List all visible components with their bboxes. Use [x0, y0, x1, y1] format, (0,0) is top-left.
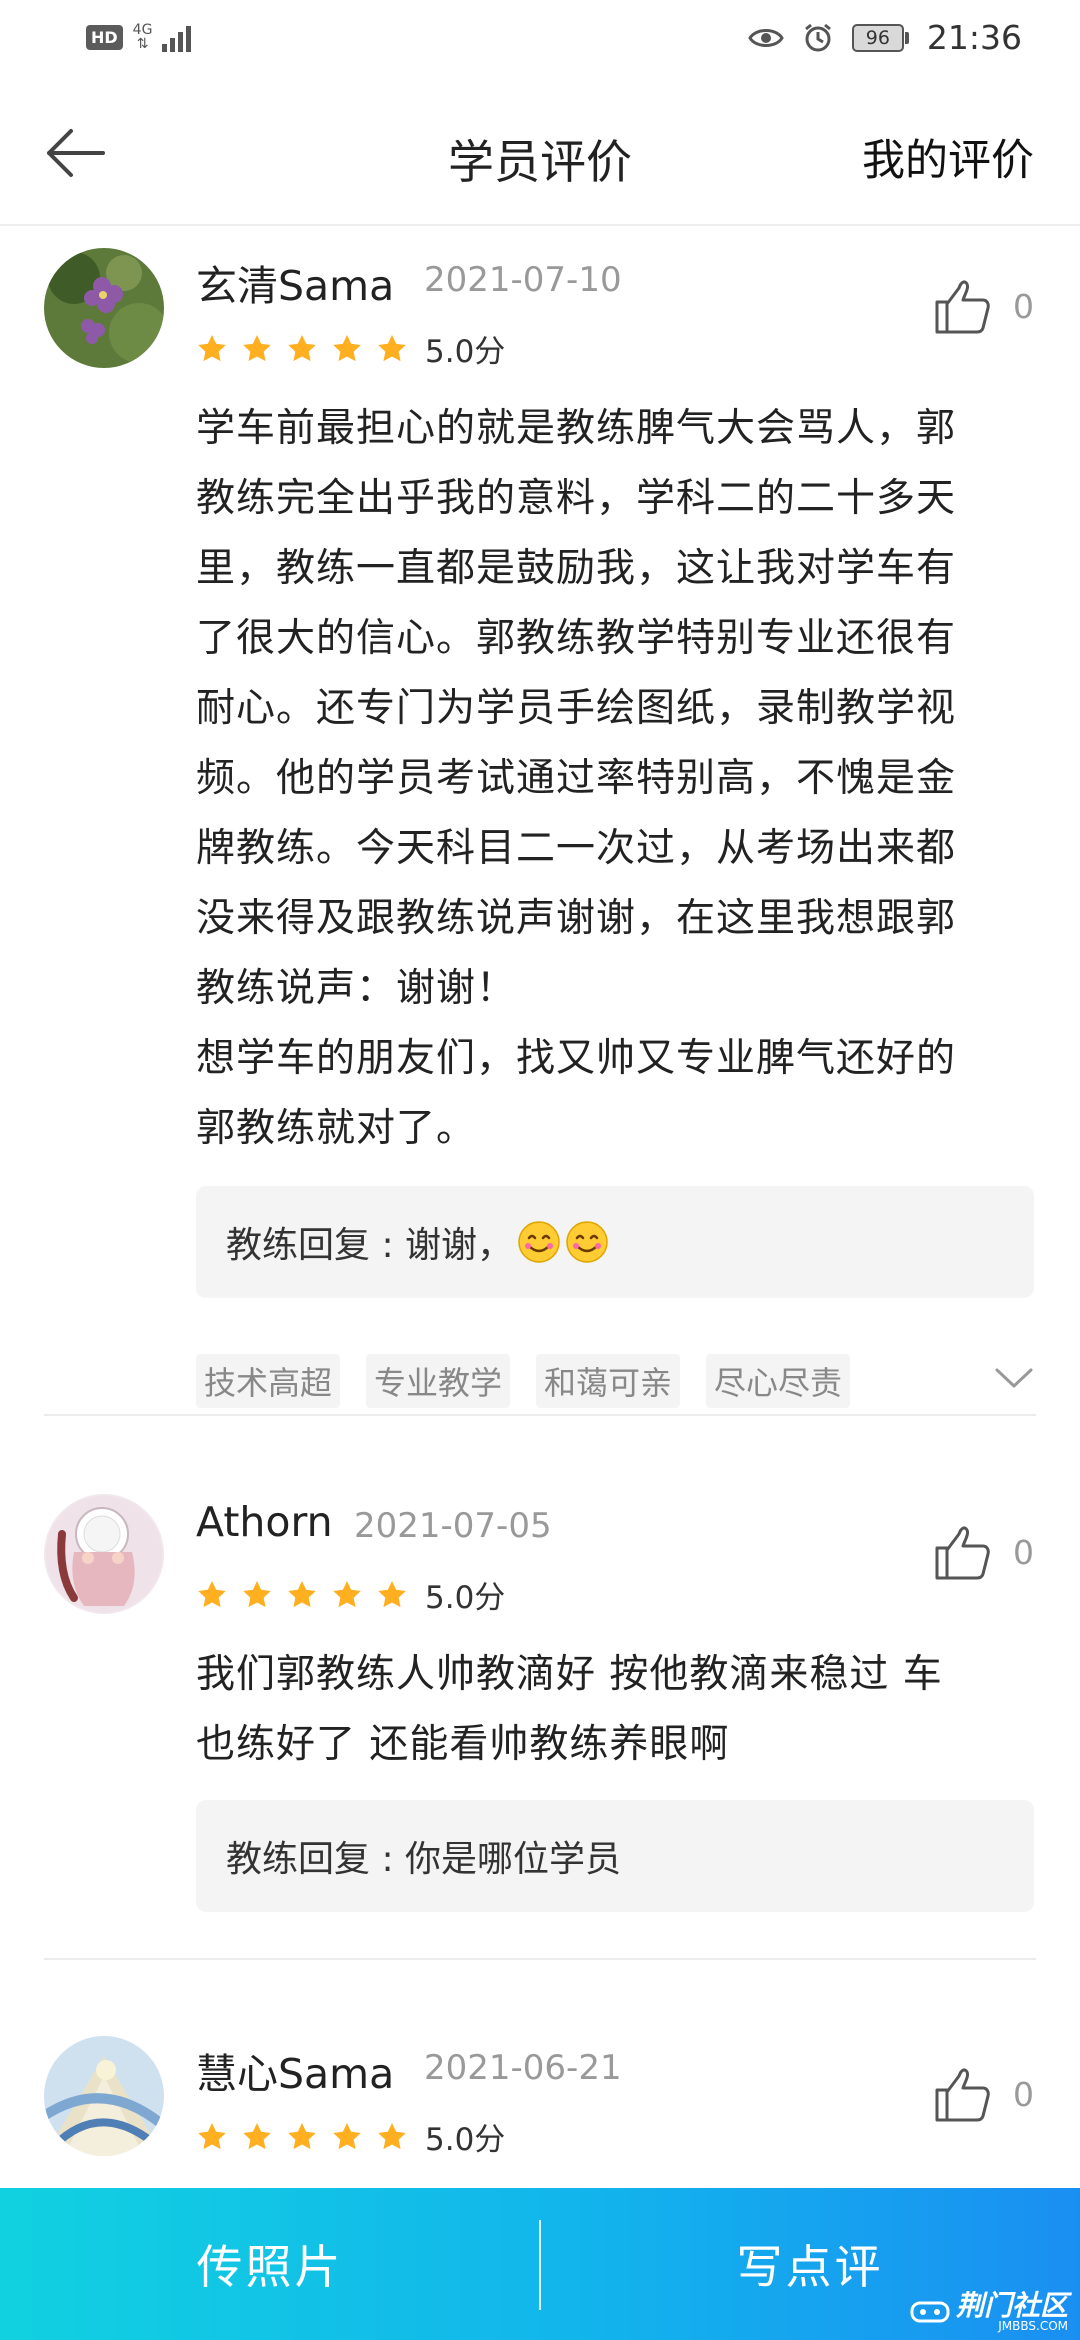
thumbs-up-icon	[935, 1526, 990, 1580]
clock: 21:36	[926, 18, 1022, 57]
like-button[interactable]: 0	[933, 276, 1034, 336]
status-right: 96 21:36	[748, 18, 1022, 57]
avatar[interactable]	[44, 248, 164, 368]
rating-score: 5.0分	[425, 1580, 506, 1616]
battery-icon: 96	[851, 23, 909, 52]
tag: 专业教学	[366, 1354, 511, 1408]
status-bar: HD 4G ⇅ 96 21:36	[0, 0, 1080, 80]
network-indicator: 4G ⇅	[133, 23, 153, 51]
coach-reply: 教练回复 : 你是哪位学员	[196, 1800, 1034, 1912]
expand-tags-button[interactable]	[994, 1366, 1034, 1394]
reviewer-name: 玄清Sama	[196, 262, 395, 310]
star-icon	[243, 334, 271, 361]
status-left: HD 4G ⇅	[86, 22, 192, 52]
star-icon	[333, 1580, 361, 1607]
review-tags: 技术高超 专业教学 和蔼可亲 尽心尽责	[196, 1354, 851, 1408]
star-icon	[288, 1580, 316, 1607]
avatar[interactable]	[44, 2036, 164, 2156]
divider	[44, 1414, 1036, 1416]
star-icon	[378, 1580, 406, 1607]
reviewer-name: 慧心Sama	[196, 2050, 395, 2098]
star-icon	[243, 1580, 271, 1607]
coach-reply: 教练回复 : 谢谢，	[196, 1186, 1034, 1298]
smile-emoji-icon	[518, 1221, 560, 1263]
star-rating: 5.0分	[196, 1572, 505, 1617]
like-count: 0	[1013, 2074, 1034, 2114]
nav-bar: 学员评价 我的评价	[0, 80, 1080, 226]
thumbs-up-icon	[935, 280, 990, 334]
thumbs-up-icon	[935, 2068, 990, 2122]
review-text: 学车前最担心的就是教练脾气大会骂人，郭 教练完全出乎我的意料，学科二的二十多天 …	[196, 406, 957, 1151]
like-button[interactable]: 0	[933, 2064, 1034, 2124]
hd-badge: HD	[86, 24, 123, 50]
tag: 技术高超	[196, 1354, 341, 1408]
star-icon	[198, 334, 226, 361]
chevron-down-icon	[995, 1368, 1033, 1388]
network-arrows-icon: ⇅	[136, 36, 149, 52]
watermark-subtitle: JMBBS.COM	[998, 2319, 1068, 2333]
divider	[44, 1958, 1036, 1960]
watermark-logo-icon	[910, 2301, 950, 2323]
star-rating: 5.0分	[196, 2114, 505, 2159]
rating-score: 5.0分	[425, 2122, 506, 2158]
review-item: 慧心Sama 2021-06-21 5.0分 0	[0, 2036, 1080, 2186]
star-icon	[288, 334, 316, 361]
star-icon	[378, 334, 406, 361]
review-date: 2021-07-05	[354, 1506, 552, 1546]
like-count: 0	[1013, 1532, 1034, 1572]
review-date: 2021-06-21	[424, 2048, 622, 2088]
star-icon	[333, 2122, 361, 2149]
eye-icon	[748, 28, 784, 47]
smile-emoji-icon	[566, 1221, 608, 1263]
coach-reply-text: 教练回复 : 你是哪位学员	[226, 1839, 622, 1880]
like-button[interactable]: 0	[933, 1522, 1034, 1582]
signal-icon	[162, 22, 192, 52]
avatar[interactable]	[44, 1494, 164, 1614]
my-reviews-link[interactable]: 我的评价	[862, 126, 1034, 188]
site-watermark: 荆门社区 JMBBS.COM	[910, 2292, 1068, 2332]
alarm-icon	[804, 23, 831, 51]
star-icon	[198, 1580, 226, 1607]
review-item: 玄清Sama 2021-07-10 5.0分 0 学车前最担心的就是教练脾气大会…	[0, 248, 1080, 1418]
bottom-action-bar: 传照片 写点评 荆门社区 JMBBS.COM	[0, 2188, 1080, 2340]
star-icon	[243, 2122, 271, 2149]
star-icon	[288, 2122, 316, 2149]
upload-photo-button[interactable]: 传照片	[0, 2188, 540, 2340]
reviewer-name: Athorn	[196, 1498, 333, 1546]
review-text: 我们郭教练人帅教滴好 按他教滴来稳过 车 也练好了 还能看帅教练养眼啊	[196, 1652, 943, 1767]
watermark-title: 荆门社区	[955, 2289, 1068, 2322]
rating-score: 5.0分	[425, 334, 506, 370]
star-icon	[333, 334, 361, 361]
like-count: 0	[1013, 286, 1034, 326]
coach-reply-text: 教练回复 : 谢谢，	[226, 1225, 514, 1266]
review-date: 2021-07-10	[424, 260, 622, 300]
network-label: 4G	[132, 22, 153, 38]
battery-level: 96	[851, 23, 904, 52]
tag: 和蔼可亲	[536, 1354, 681, 1408]
review-item: Athorn 2021-07-05 5.0分 0 我们郭教练人帅教滴好 按他教滴…	[0, 1494, 1080, 1954]
star-icon	[198, 2122, 226, 2149]
tag: 尽心尽责	[706, 1354, 851, 1408]
star-icon	[378, 2122, 406, 2149]
star-rating: 5.0分	[196, 326, 505, 371]
